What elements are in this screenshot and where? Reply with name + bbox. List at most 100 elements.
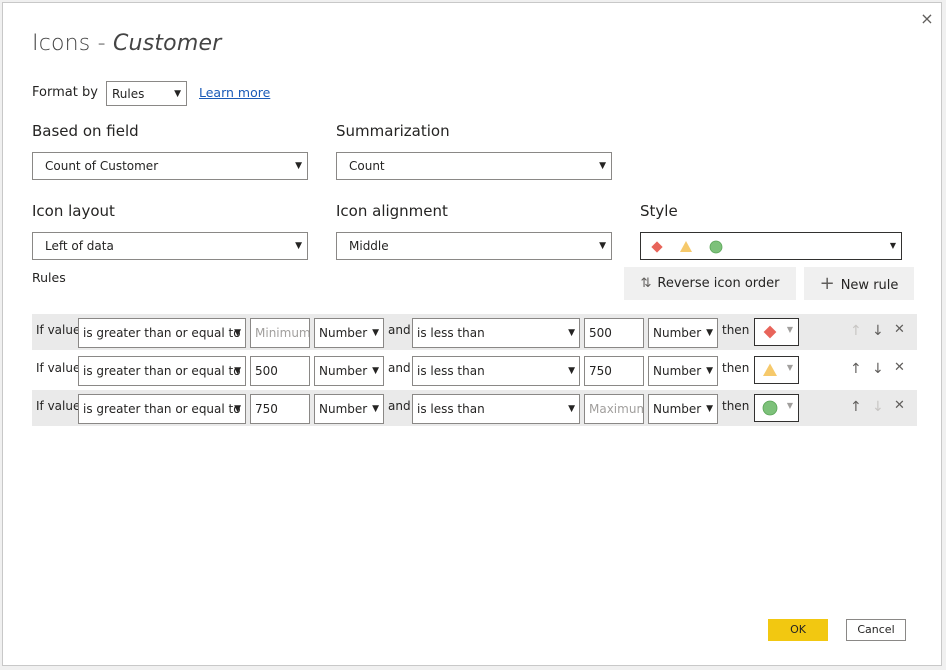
- icon-layout-dropdown[interactable]: Left of data ▼: [32, 232, 308, 260]
- summarization-label: Summarization: [336, 122, 450, 140]
- and-label: and: [388, 323, 411, 337]
- summarization-dropdown[interactable]: Count ▼: [336, 152, 612, 180]
- value2-input[interactable]: Maximum: [584, 394, 644, 424]
- type2-dropdown[interactable]: Number ▼: [648, 356, 718, 386]
- swap-vertical-icon: ⇅: [640, 276, 652, 291]
- chevron-down-icon: ▼: [295, 161, 302, 171]
- value2-input[interactable]: 500: [584, 318, 644, 348]
- condition2-dropdown[interactable]: is less than ▼: [412, 356, 580, 386]
- then-label: then: [722, 399, 750, 413]
- chevron-down-icon: ▼: [174, 89, 181, 99]
- type1-dropdown[interactable]: Number ▼: [314, 318, 384, 348]
- chevron-down-icon: ▼: [706, 328, 713, 338]
- format-by-dropdown[interactable]: Rules ▼: [106, 81, 187, 106]
- condition1-value: is greater than or equal to: [83, 402, 241, 416]
- icon-alignment-label: Icon alignment: [336, 202, 448, 220]
- icon-dropdown[interactable]: ▼: [754, 318, 799, 346]
- and-label: and: [388, 399, 411, 413]
- value2-input[interactable]: 750: [584, 356, 644, 386]
- chevron-down-icon: ▼: [568, 404, 575, 414]
- move-up-icon[interactable]: ↑: [850, 361, 862, 377]
- icon-layout-value: Left of data: [45, 239, 114, 253]
- chevron-down-icon: ▼: [234, 404, 241, 414]
- type1-dropdown[interactable]: Number ▼: [314, 356, 384, 386]
- type2-dropdown[interactable]: Number ▼: [648, 394, 718, 424]
- icon-alignment-dropdown[interactable]: Middle ▼: [336, 232, 612, 260]
- icon-dropdown[interactable]: ▼: [754, 394, 799, 422]
- delete-rule-icon[interactable]: ✕: [894, 398, 905, 413]
- delete-rule-icon[interactable]: ✕: [894, 360, 905, 375]
- close-icon[interactable]: ×: [917, 9, 937, 29]
- if-value-label: If value: [36, 323, 81, 337]
- if-value-label: If value: [36, 399, 81, 413]
- based-on-field-label: Based on field: [32, 122, 139, 140]
- style-label: Style: [640, 202, 678, 220]
- based-on-field-value: Count of Customer: [45, 159, 159, 173]
- icon-layout-label: Icon layout: [32, 202, 115, 220]
- chevron-down-icon: ▼: [706, 404, 713, 414]
- green-circle-icon: [709, 240, 723, 254]
- if-value-label: If value: [36, 361, 81, 375]
- and-label: and: [388, 361, 411, 375]
- icon-alignment-value: Middle: [349, 239, 389, 253]
- reverse-icon-order-label: Reverse icon order: [657, 276, 780, 291]
- chevron-down-icon: ▼: [599, 161, 606, 171]
- move-down-icon[interactable]: ↓: [872, 323, 884, 339]
- reverse-icon-order-button[interactable]: ⇅ Reverse icon order: [624, 267, 796, 300]
- yellow-triangle-icon: [680, 241, 692, 252]
- cancel-button[interactable]: Cancel: [846, 619, 906, 641]
- value1-input[interactable]: 750: [250, 394, 310, 424]
- chevron-down-icon: ▼: [372, 328, 379, 338]
- value1-input[interactable]: 500: [250, 356, 310, 386]
- condition2-value: is less than: [417, 364, 485, 378]
- condition1-dropdown[interactable]: is greater than or equal to ▼: [78, 394, 246, 424]
- rule-row: If value is greater than or equal to ▼ 5…: [32, 352, 917, 388]
- icons-dialog: × Icons - Customer Format by Rules ▼ Lea…: [2, 2, 942, 666]
- move-down-icon[interactable]: ↓: [872, 361, 884, 377]
- condition2-dropdown[interactable]: is less than ▼: [412, 318, 580, 348]
- condition1-dropdown[interactable]: is greater than or equal to ▼: [78, 318, 246, 348]
- chevron-down-icon: ▼: [786, 363, 793, 372]
- chevron-down-icon: ▼: [889, 241, 896, 250]
- plus-icon: +: [819, 273, 835, 294]
- chevron-down-icon: ▼: [295, 241, 302, 251]
- condition1-value: is greater than or equal to: [83, 326, 241, 340]
- delete-rule-icon[interactable]: ✕: [894, 322, 905, 337]
- new-rule-button[interactable]: + New rule: [804, 267, 914, 300]
- green-circle-icon: [762, 400, 778, 420]
- then-label: then: [722, 361, 750, 375]
- condition2-value: is less than: [417, 326, 485, 340]
- move-down-icon[interactable]: ↓: [872, 399, 884, 415]
- dialog-title: Icons - Customer: [32, 31, 221, 56]
- rules-label: Rules: [32, 270, 66, 285]
- new-rule-label: New rule: [840, 278, 899, 293]
- ok-button[interactable]: OK: [768, 619, 828, 641]
- value1-input[interactable]: Minimum: [250, 318, 310, 348]
- chevron-down-icon: ▼: [568, 366, 575, 376]
- yellow-triangle-icon: [762, 362, 778, 382]
- chevron-down-icon: ▼: [786, 401, 793, 410]
- condition2-dropdown[interactable]: is less than ▼: [412, 394, 580, 424]
- condition2-value: is less than: [417, 402, 485, 416]
- format-by-label: Format by: [32, 85, 98, 100]
- type1-dropdown[interactable]: Number ▼: [314, 394, 384, 424]
- red-diamond-icon: [651, 241, 663, 253]
- chevron-down-icon: ▼: [786, 325, 793, 334]
- icon-dropdown[interactable]: ▼: [754, 356, 799, 384]
- dialog-title-prefix: Icons -: [32, 31, 113, 56]
- chevron-down-icon: ▼: [234, 328, 241, 338]
- type2-dropdown[interactable]: Number ▼: [648, 318, 718, 348]
- condition1-value: is greater than or equal to: [83, 364, 241, 378]
- chevron-down-icon: ▼: [372, 404, 379, 414]
- summarization-value: Count: [349, 159, 385, 173]
- condition1-dropdown[interactable]: is greater than or equal to ▼: [78, 356, 246, 386]
- chevron-down-icon: ▼: [599, 241, 606, 251]
- chevron-down-icon: ▼: [706, 366, 713, 376]
- rule-row: If value is greater than or equal to ▼ 7…: [32, 390, 917, 426]
- then-label: then: [722, 323, 750, 337]
- based-on-field-dropdown[interactable]: Count of Customer ▼: [32, 152, 308, 180]
- move-up-icon[interactable]: ↑: [850, 323, 862, 339]
- learn-more-link[interactable]: Learn more: [199, 85, 270, 100]
- move-up-icon[interactable]: ↑: [850, 399, 862, 415]
- style-dropdown[interactable]: ▼: [640, 232, 902, 260]
